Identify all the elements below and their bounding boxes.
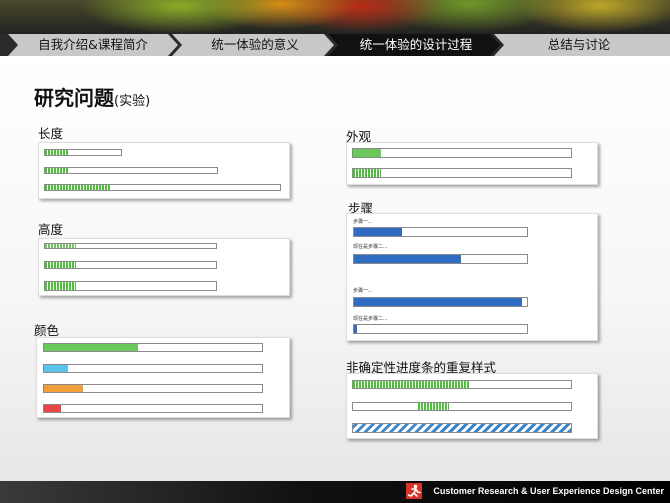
height-bar-medium-fill — [45, 262, 76, 268]
height-panel — [38, 238, 290, 296]
length-panel — [38, 142, 290, 199]
height-bar-thin-fill — [45, 244, 76, 248]
nav-tab-design-process[interactable]: 统一体验的设计过程 — [338, 34, 494, 56]
color-bar-orange — [43, 384, 263, 393]
length-bar-medium-fill — [45, 168, 70, 173]
indeterminate-bar-striped — [352, 423, 572, 433]
nav-tab-intro[interactable]: 自我介绍&课程简介 — [18, 34, 168, 56]
page-title-main: 研究问题 — [34, 86, 114, 110]
height-bar-medium — [44, 261, 217, 269]
color-bar-blue — [43, 364, 263, 373]
page-title-sub: (实验) — [114, 94, 151, 109]
page-title: 研究问题(实验) — [34, 82, 150, 111]
steps-group2-step1-text: 步骤一... — [353, 288, 373, 294]
color-bar-red — [43, 404, 263, 413]
color-bar-green — [43, 343, 263, 352]
length-bar-short-fill — [45, 150, 68, 155]
length-bar-long — [44, 184, 281, 191]
footer-org-name: Customer Research & User Experience Desi… — [433, 486, 664, 496]
color-bar-orange-fill — [44, 385, 84, 392]
steps-group1-step2-text: 现在是步骤二... — [353, 244, 388, 250]
steps-group1-step1-text: 步骤一... — [353, 219, 373, 225]
steps-group1-bar1-fill — [354, 228, 403, 236]
footer-bar: Customer Research & User Experience Desi… — [0, 481, 670, 503]
steps-group1-bar2 — [353, 254, 528, 264]
indeterminate-bar-moving-block — [352, 380, 572, 389]
steps-group1-bar2-fill — [354, 255, 462, 263]
section-nav: 自我介绍&课程简介 统一体验的意义 统一体验的设计过程 总结与讨论 — [0, 34, 670, 56]
indeterminate-panel — [346, 373, 598, 439]
steps-group2-bar1-fill — [354, 298, 522, 306]
steps-panel: 步骤一... 现在是步骤二... 步骤一... 现在是步骤二... — [346, 213, 598, 341]
steps-group2-bar2-fill — [354, 325, 358, 333]
indeterminate-bar-striped-fill — [353, 424, 571, 432]
height-bar-thin — [44, 243, 217, 249]
color-bar-red-fill — [44, 405, 62, 412]
indeterminate-bar-center-block-fill — [418, 403, 449, 410]
appearance-bar-solid-fill — [353, 149, 382, 157]
length-bar-long-fill — [45, 185, 111, 190]
appearance-bar-segmented-fill — [353, 169, 382, 177]
length-label: 长度 — [38, 126, 64, 141]
steps-group2-bar2 — [353, 324, 528, 334]
indeterminate-bar-moving-block-fill — [353, 381, 469, 388]
color-panel — [36, 337, 290, 418]
steps-group1-bar1 — [353, 227, 528, 237]
top-banner — [0, 0, 670, 34]
color-bar-blue-fill — [44, 365, 68, 372]
length-bar-medium — [44, 167, 218, 174]
height-bar-thick-fill — [45, 282, 76, 290]
runner-logo-icon — [406, 483, 422, 499]
nav-tab-summary[interactable]: 总结与讨论 — [504, 34, 654, 56]
appearance-bar-segmented — [352, 168, 572, 178]
appearance-panel — [346, 142, 598, 185]
height-label: 高度 — [38, 222, 64, 237]
indeterminate-bar-center-block — [352, 402, 572, 411]
steps-group2-bar1 — [353, 297, 528, 307]
nav-tab-meaning[interactable]: 统一体验的意义 — [182, 34, 328, 56]
height-bar-thick — [44, 281, 217, 291]
color-bar-green-fill — [44, 344, 138, 351]
length-bar-short — [44, 149, 122, 156]
appearance-bar-solid — [352, 148, 572, 158]
steps-group2-step2-text: 现在是步骤二... — [353, 316, 388, 322]
